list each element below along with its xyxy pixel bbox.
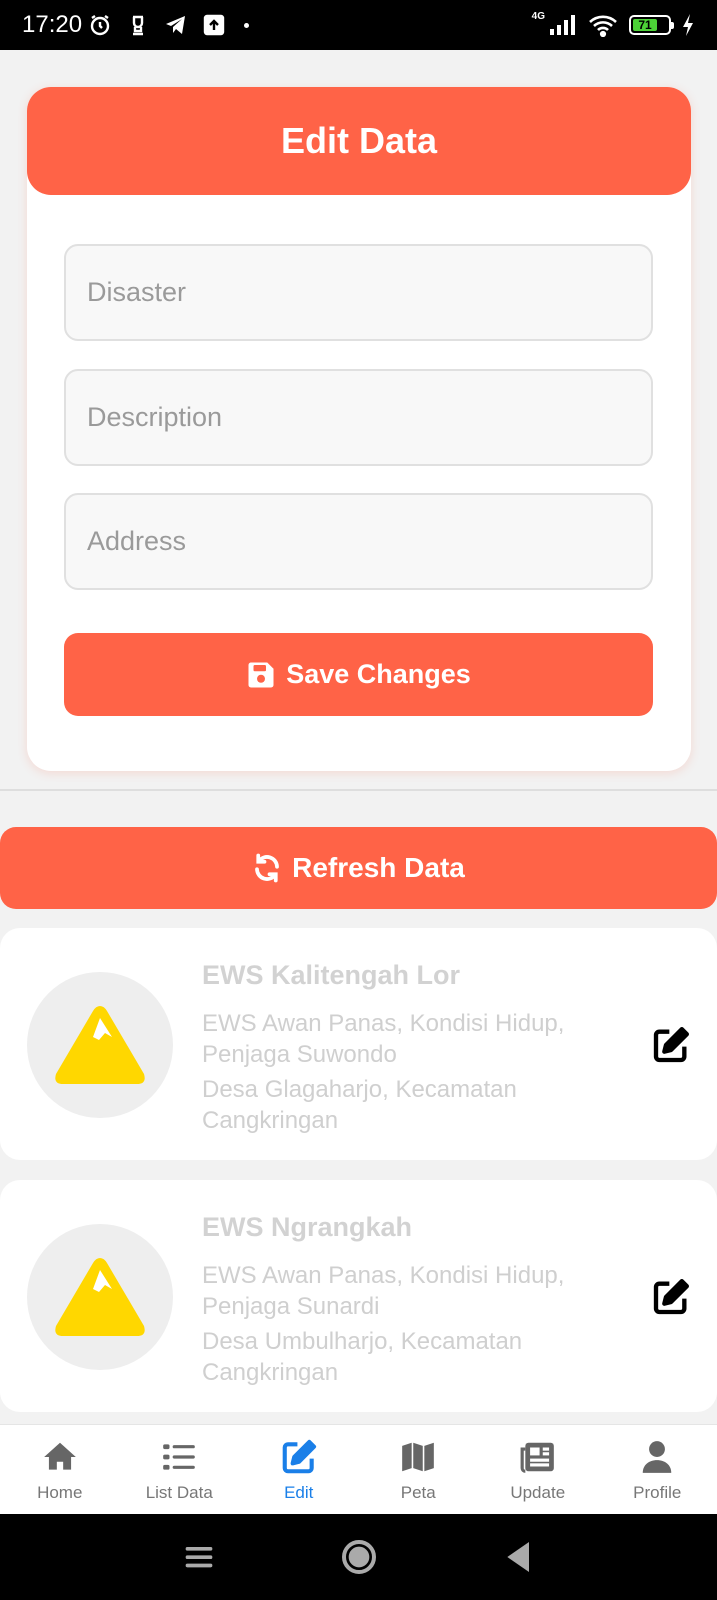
nav-peta-label: Peta xyxy=(400,1483,436,1502)
map-icon xyxy=(402,1442,435,1472)
mountain-icon xyxy=(55,1258,145,1336)
item-description: EWS Awan Panas, Kondisi Hidup, Penjaga S… xyxy=(202,1262,565,1320)
home-button-icon[interactable] xyxy=(339,1537,379,1577)
newspaper-icon xyxy=(520,1442,554,1473)
nav-list-data[interactable]: List Data xyxy=(120,1425,240,1514)
item-address: Desa Umbulharjo, Kecamatan Cangkringan xyxy=(202,1328,523,1386)
list-item[interactable]: EWS Kalitengah Lor EWS Awan Panas, Kondi… xyxy=(0,928,717,1160)
home-icon xyxy=(43,1442,76,1470)
nav-update[interactable]: Update xyxy=(478,1425,598,1514)
menu-icon[interactable] xyxy=(179,1537,219,1577)
disaster-field[interactable] xyxy=(64,244,653,341)
refresh-data-button[interactable]: Refresh Data xyxy=(0,827,717,909)
edit-icon[interactable] xyxy=(651,1277,691,1317)
save-changes-button[interactable]: Save Changes xyxy=(64,633,653,716)
address-field[interactable] xyxy=(64,493,653,590)
nav-list-data-label: List Data xyxy=(145,1483,213,1502)
edit-icon[interactable] xyxy=(651,1025,691,1065)
item-address: Desa Glagaharjo, Kecamatan Cangkringan xyxy=(202,1076,517,1134)
nav-profile[interactable]: Profile xyxy=(598,1425,717,1514)
signal-icon xyxy=(550,15,575,35)
item-description: EWS Awan Panas, Kondisi Hidup, Penjaga S… xyxy=(202,1010,565,1068)
disaster-input[interactable] xyxy=(87,277,630,308)
nav-home[interactable]: Home xyxy=(0,1425,120,1514)
address-input[interactable] xyxy=(87,526,630,557)
status-dot xyxy=(244,22,250,28)
refresh-icon xyxy=(255,853,279,883)
edit-form-card: Edit Data Save Changes xyxy=(27,87,691,771)
status-time: 17:20 xyxy=(22,11,83,38)
nav-peta[interactable]: Peta xyxy=(359,1425,479,1514)
nav-edit[interactable]: Edit xyxy=(239,1425,359,1514)
wifi-icon xyxy=(589,15,617,37)
battery-icon: 71 xyxy=(629,15,674,35)
battery-level: 71 xyxy=(633,18,658,32)
save-changes-label: Save Changes xyxy=(286,659,471,689)
bottom-nav: Home List Data Edit Peta Update Profile xyxy=(0,1424,717,1514)
list-item[interactable]: EWS Ngrangkah EWS Awan Panas, Kondisi Hi… xyxy=(0,1180,717,1412)
upload-icon xyxy=(203,14,225,36)
nav-edit-label: Edit xyxy=(284,1483,314,1502)
list-icon xyxy=(163,1444,196,1470)
avatar xyxy=(27,972,173,1118)
refresh-data-label: Refresh Data xyxy=(292,852,465,883)
mountain-icon xyxy=(55,1006,145,1084)
description-input[interactable] xyxy=(87,402,630,433)
item-title: EWS Ngrangkah xyxy=(202,1212,413,1242)
network-label: 4G xyxy=(531,11,545,22)
page-title: Edit Data xyxy=(280,120,438,161)
nav-profile-label: Profile xyxy=(633,1483,682,1502)
status-bar: 17:20 4G 71 xyxy=(0,0,717,50)
charging-icon xyxy=(683,14,693,36)
back-icon[interactable] xyxy=(499,1537,539,1577)
avatar xyxy=(27,1224,173,1370)
item-title: EWS Kalitengah Lor xyxy=(202,960,461,990)
alarm-icon xyxy=(90,15,110,36)
nav-update-label: Update xyxy=(510,1483,566,1502)
notification-icon xyxy=(132,15,144,36)
save-icon xyxy=(248,662,274,687)
user-icon xyxy=(643,1441,672,1473)
system-nav-bar xyxy=(0,1514,717,1600)
description-field[interactable] xyxy=(64,369,653,466)
nav-home-label: Home xyxy=(37,1483,83,1502)
telegram-icon xyxy=(166,16,186,34)
edit-form-header: Edit Data xyxy=(27,87,691,195)
divider xyxy=(0,789,717,791)
edit-icon xyxy=(282,1439,316,1474)
